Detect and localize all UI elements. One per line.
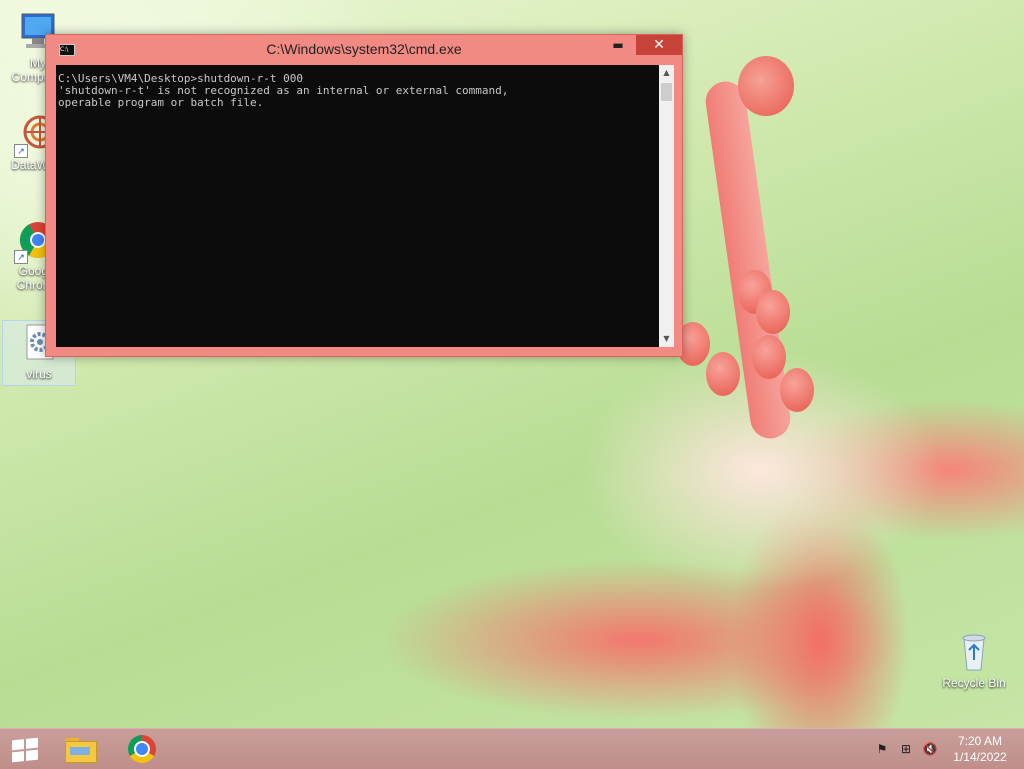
cmd-window[interactable]: C:\ C:\Windows\system32\cmd.exe ▬ □ ✕ C:…	[45, 34, 683, 357]
desktop-icon-recycle-bin[interactable]: Recycle Bin	[938, 630, 1010, 690]
scroll-thumb[interactable]	[661, 83, 672, 101]
clock-time: 7:20 AM	[957, 734, 1003, 748]
console-output: C:\Users\VM4\Desktop>shutdown-r-t 000 's…	[58, 72, 509, 109]
volume-muted-icon[interactable]: 🔇	[922, 741, 938, 757]
wallpaper-bud	[780, 368, 814, 412]
wallpaper-bud	[752, 335, 786, 379]
title-bar[interactable]: C:\ C:\Windows\system32\cmd.exe ▬ □ ✕	[46, 35, 682, 63]
vertical-scrollbar[interactable]: ▲ ▼	[659, 65, 674, 347]
shortcut-arrow-icon: ↗	[14, 250, 28, 264]
wallpaper-bud	[706, 352, 740, 396]
window-title: C:\Windows\system32\cmd.exe	[266, 41, 462, 57]
start-button[interactable]	[6, 733, 46, 765]
taskbar: ⚑ ⊞ 🔇 7:20 AM 1/14/2022	[0, 728, 1024, 769]
recycle-bin-icon	[952, 630, 996, 674]
clock[interactable]: 7:20 AM 1/14/2022	[944, 733, 1016, 765]
desktop-icon-label: Recycle Bin	[942, 676, 1006, 690]
taskbar-chrome[interactable]	[122, 733, 162, 765]
scroll-up-arrow-icon[interactable]: ▲	[659, 65, 674, 81]
taskbar-file-explorer[interactable]	[60, 733, 100, 765]
action-center-flag-icon[interactable]: ⚑	[874, 741, 890, 757]
chrome-icon	[128, 735, 156, 763]
desktop-icon-label: virus	[26, 367, 52, 381]
shortcut-arrow-icon: ↗	[14, 144, 28, 158]
network-icon[interactable]: ⊞	[898, 741, 914, 757]
console-area[interactable]: C:\Users\VM4\Desktop>shutdown-r-t 000 's…	[56, 65, 659, 347]
wallpaper-flower-tip	[738, 56, 794, 116]
scroll-down-arrow-icon[interactable]: ▼	[659, 331, 674, 347]
windows-logo-icon	[12, 737, 38, 763]
wallpaper-bud	[756, 290, 790, 334]
minimize-button[interactable]: ▬	[604, 35, 632, 55]
clock-date: 1/14/2022	[953, 750, 1007, 764]
close-button[interactable]: ✕	[636, 35, 682, 55]
